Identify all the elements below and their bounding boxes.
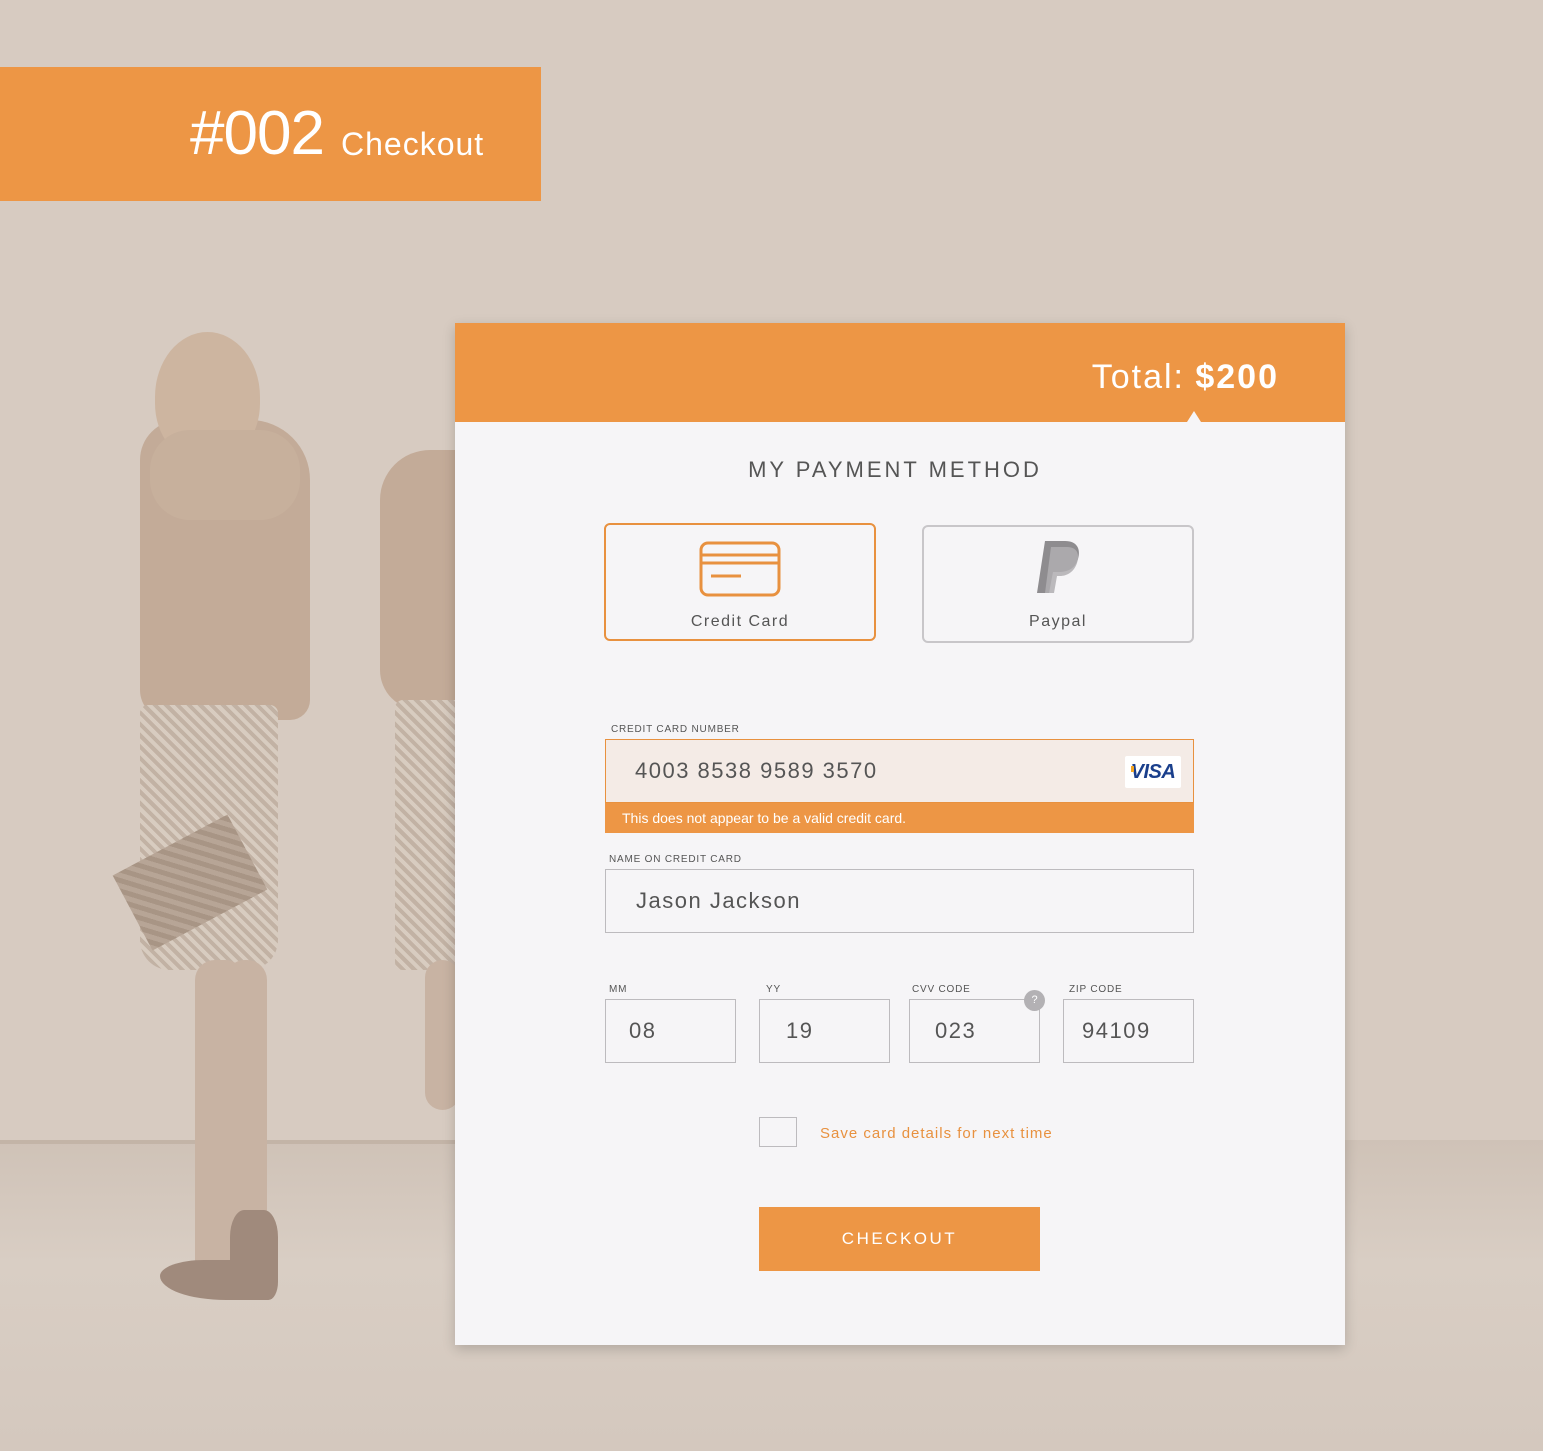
year-value: 19 [786, 1018, 814, 1043]
card-number-value: 4003 8538 9589 3570 [635, 758, 878, 783]
year-label: YY [766, 984, 781, 995]
visa-icon: VISA [1125, 756, 1181, 788]
card-header: Total: $200 [455, 323, 1345, 422]
paypal-icon [1033, 539, 1083, 600]
month-label: MM [609, 984, 628, 995]
month-field[interactable]: 08 [605, 999, 736, 1063]
cvv-help-icon[interactable]: ? [1024, 990, 1045, 1011]
payment-method-paypal[interactable]: Paypal [922, 525, 1194, 643]
checkout-button[interactable]: CHECKOUT [759, 1207, 1040, 1271]
card-number-error: This does not appear to be a valid credi… [605, 803, 1194, 833]
zip-value: 94109 [1082, 1018, 1151, 1043]
save-card-label[interactable]: Save card details for next time [820, 1125, 1053, 1142]
name-field[interactable]: Jason Jackson [605, 869, 1194, 933]
banner-number: #002 [190, 99, 325, 168]
save-card-checkbox[interactable] [759, 1117, 797, 1147]
cvv-field[interactable]: 023 [909, 999, 1040, 1063]
cvv-label: CVV CODE [912, 984, 971, 995]
name-value: Jason Jackson [636, 888, 802, 913]
payment-method-label: Paypal [1029, 613, 1087, 630]
card-number-label: CREDIT CARD NUMBER [611, 724, 740, 735]
month-value: 08 [629, 1018, 657, 1043]
payment-method-label: Credit Card [690, 613, 790, 630]
card-number-field[interactable]: 4003 8538 9589 3570 VISA [605, 739, 1194, 803]
total-label: Total: [1091, 358, 1185, 396]
zip-field[interactable]: 94109 [1063, 999, 1194, 1063]
banner-title: Checkout [341, 126, 485, 162]
name-label: NAME ON CREDIT CARD [609, 854, 742, 865]
zip-label: ZIP CODE [1069, 984, 1123, 995]
cvv-value: 023 [935, 1018, 977, 1043]
total-amount: $200 [1195, 358, 1279, 396]
checkout-card: Total: $200 MY PAYMENT METHOD Credit Car… [455, 323, 1345, 1345]
header-caret [1187, 411, 1201, 422]
section-title: MY PAYMENT METHOD [748, 457, 1042, 482]
year-field[interactable]: 19 [759, 999, 890, 1063]
credit-card-icon [699, 541, 781, 602]
payment-method-credit-card[interactable]: Credit Card [604, 523, 876, 641]
